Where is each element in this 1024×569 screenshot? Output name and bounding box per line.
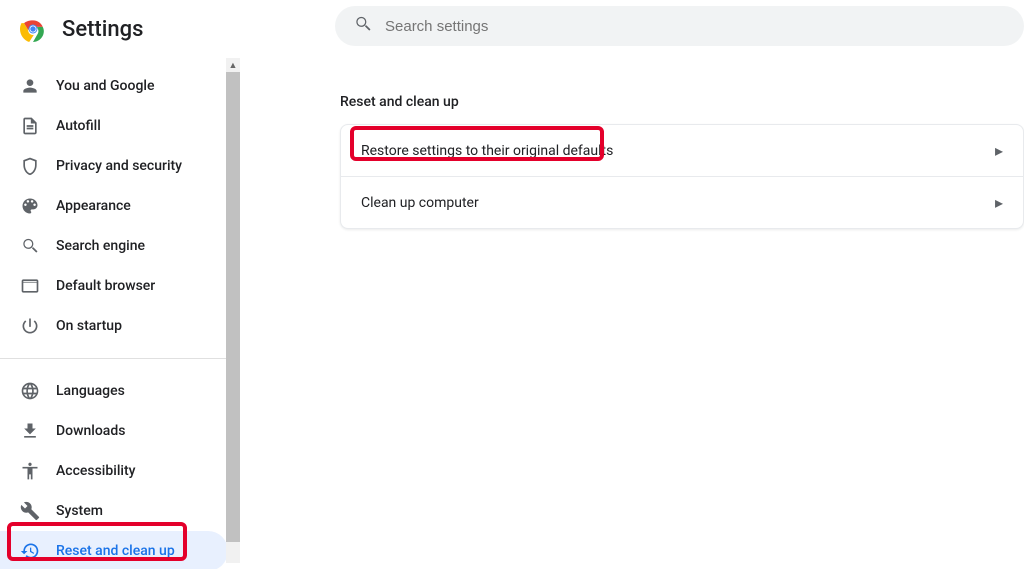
sidebar-item-appearance[interactable]: Appearance: [0, 186, 228, 226]
sidebar-item-label: Search engine: [56, 238, 145, 254]
scrollbar-thumb[interactable]: [226, 72, 240, 542]
power-icon: [20, 316, 40, 336]
sidebar-item-label: On startup: [56, 318, 122, 334]
globe-icon: [20, 381, 40, 401]
scrollbar-up-icon[interactable]: ▲: [226, 58, 240, 72]
sidebar: Settings You and Google Autofill Privacy…: [0, 0, 240, 569]
person-icon: [20, 76, 40, 96]
section-title: Reset and clean up: [340, 94, 1024, 110]
sidebar-item-accessibility[interactable]: Accessibility: [0, 451, 228, 491]
sidebar-item-label: Languages: [56, 383, 125, 399]
palette-icon: [20, 196, 40, 216]
sidebar-item-you-and-google[interactable]: You and Google: [0, 66, 228, 106]
search-box[interactable]: [335, 6, 1024, 46]
sidebar-item-label: Autofill: [56, 118, 101, 134]
sidebar-item-label: System: [56, 503, 103, 519]
sidebar-item-label: You and Google: [56, 78, 154, 94]
sidebar-item-label: Downloads: [56, 423, 125, 439]
main-content: Reset and clean up Restore settings to t…: [240, 0, 1024, 569]
sidebar-item-label: Default browser: [56, 278, 155, 294]
sidebar-item-label: Reset and clean up: [56, 543, 175, 559]
row-clean-up-computer[interactable]: Clean up computer ▸: [341, 177, 1023, 228]
sidebar-item-privacy-security[interactable]: Privacy and security: [0, 146, 228, 186]
sidebar-item-default-browser[interactable]: Default browser: [0, 266, 228, 306]
sidebar-item-languages[interactable]: Languages: [0, 371, 228, 411]
search-icon: [353, 14, 373, 38]
header: Settings: [0, 0, 240, 58]
chevron-right-icon: ▸: [995, 141, 1003, 160]
chrome-logo-icon: [20, 16, 46, 42]
sidebar-item-downloads[interactable]: Downloads: [0, 411, 228, 451]
row-label: Clean up computer: [361, 195, 479, 211]
sidebar-item-system[interactable]: System: [0, 491, 228, 531]
sidebar-item-label: Accessibility: [56, 463, 135, 479]
row-label: Restore settings to their original defau…: [361, 143, 613, 159]
sidebar-item-label: Appearance: [56, 198, 131, 214]
shield-icon: [20, 156, 40, 176]
settings-card: Restore settings to their original defau…: [340, 124, 1024, 229]
search-input[interactable]: [385, 18, 1006, 35]
accessibility-icon: [20, 461, 40, 481]
scrollbar[interactable]: ▲: [226, 58, 240, 563]
row-restore-defaults[interactable]: Restore settings to their original defau…: [341, 125, 1023, 177]
autofill-icon: [20, 116, 40, 136]
sidebar-nav: You and Google Autofill Privacy and secu…: [0, 58, 240, 569]
restore-icon: [20, 541, 40, 561]
download-icon: [20, 421, 40, 441]
page-title: Settings: [62, 17, 143, 42]
browser-icon: [20, 276, 40, 296]
divider: [0, 358, 240, 359]
sidebar-item-autofill[interactable]: Autofill: [0, 106, 228, 146]
sidebar-item-on-startup[interactable]: On startup: [0, 306, 228, 346]
chevron-right-icon: ▸: [995, 193, 1003, 212]
sidebar-item-search-engine[interactable]: Search engine: [0, 226, 228, 266]
sidebar-item-label: Privacy and security: [56, 158, 182, 174]
wrench-icon: [20, 501, 40, 521]
sidebar-item-reset-cleanup[interactable]: Reset and clean up: [0, 531, 228, 569]
search-icon: [20, 236, 40, 256]
